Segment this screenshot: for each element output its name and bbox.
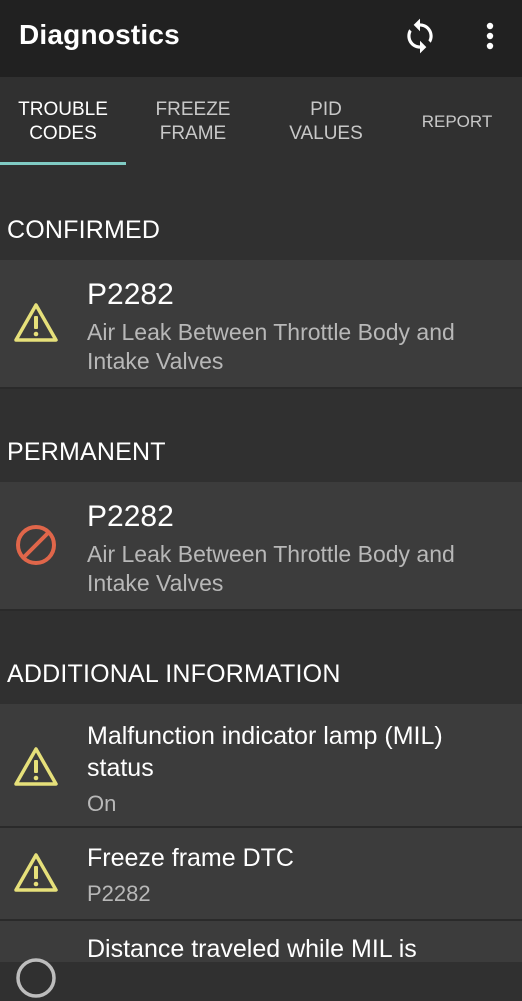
tab-label: PID (310, 98, 342, 120)
more-options-button[interactable] (474, 15, 506, 57)
info-label: Distance traveled while MIL is (87, 935, 417, 963)
tab-label: TROUBLE (18, 98, 108, 120)
tab-trouble-codes[interactable]: TROUBLE CODES (0, 77, 126, 166)
page-title: Diagnostics (19, 19, 180, 50)
section-header-confirmed: CONFIRMED (7, 216, 161, 244)
section-header-permanent: PERMANENT (7, 438, 166, 466)
tab-label: FRAME (159, 122, 227, 144)
info-item[interactable]: Freeze frame DTC P2282 (0, 828, 522, 921)
info-item[interactable]: Malfunction indicator lamp (MIL) status … (0, 704, 522, 828)
tab-report[interactable]: REPORT (394, 77, 520, 166)
tab-label: FREEZE (155, 98, 231, 120)
trouble-code-item[interactable]: P2282 Air Leak Between Throttle Body and… (0, 260, 522, 389)
info-item[interactable]: Distance traveled while MIL is (0, 921, 522, 998)
tab-pid-values[interactable]: PID VALUES (263, 77, 389, 166)
blocked-icon (16, 525, 56, 565)
app-bar: Diagnostics (0, 0, 522, 77)
trouble-code-description: Air Leak Between Throttle Body and Intak… (87, 541, 455, 596)
tab-label: CODES (29, 122, 97, 144)
warning-icon (14, 853, 58, 892)
tab-indicator (0, 162, 126, 165)
trouble-code-item[interactable]: P2282 Air Leak Between Throttle Body and… (0, 482, 522, 611)
section-header-additional-information: ADDITIONAL INFORMATION (7, 660, 341, 688)
info-value: On (87, 791, 117, 816)
tab-label: VALUES (289, 122, 363, 144)
trouble-code: P2282 (87, 278, 174, 311)
info-value: P2282 (87, 881, 151, 906)
tab-bar: TROUBLE CODES FREEZE FRAME PID VALUES RE… (0, 77, 522, 166)
more-vert-icon (486, 22, 494, 50)
tab-label: REPORT (421, 111, 493, 131)
warning-icon (14, 747, 58, 786)
refresh-button[interactable] (399, 15, 441, 57)
info-label: Freeze frame DTC (87, 844, 294, 872)
refresh-icon (407, 18, 433, 54)
tab-freeze-frame[interactable]: FREEZE FRAME (130, 77, 256, 166)
trouble-code: P2282 (87, 500, 174, 533)
trouble-code-description: Air Leak Between Throttle Body and Intak… (87, 319, 455, 374)
warning-icon (14, 303, 58, 342)
info-label: Malfunction indicator lamp (MIL) status (87, 722, 443, 782)
